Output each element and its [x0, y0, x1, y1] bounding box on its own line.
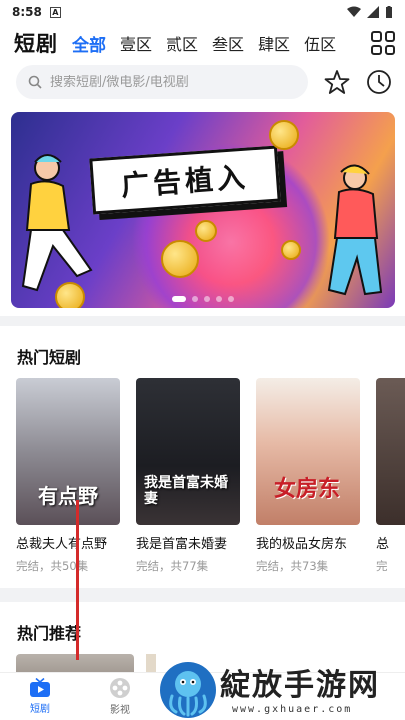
tab-zone-4[interactable]: 肆区 [258, 31, 290, 55]
drama-card[interactable]: 有点野 总裁夫人有点野 完结，共50集 [16, 378, 120, 574]
tab-zone-2[interactable]: 贰区 [166, 31, 198, 55]
pager-dot[interactable] [228, 296, 234, 302]
top-header: 短剧 全部 壹区 贰区 叁区 肆区 伍区 [0, 24, 405, 104]
drama-episodes: 完 [376, 559, 388, 573]
poster-title: 女房东 [274, 475, 341, 502]
drama-title: 我的极品女房东 [256, 537, 348, 552]
banner-pager [11, 296, 395, 302]
pager-dot[interactable] [192, 296, 198, 302]
drama-episodes: 完结，共73集 [256, 559, 329, 573]
coin-decoration [269, 120, 299, 150]
coin-decoration [281, 240, 301, 260]
watermark-url: www.gxhuaer.com [232, 704, 353, 715]
drama-poster[interactable]: 有点野 [16, 378, 120, 525]
nav-movies[interactable]: 影视 [80, 673, 160, 720]
nav-label: 短剧 [30, 704, 50, 715]
tab-zone-5[interactable]: 伍区 [304, 31, 336, 55]
drama-title: 总 [376, 537, 390, 552]
watermark: 綻放手游网 www.gxhuaer.com [158, 660, 405, 720]
drama-episodes: 完结，共50集 [16, 559, 89, 573]
signal-icon [367, 6, 379, 18]
poster-title: 我是首富未婚妻 [144, 475, 228, 507]
status-time: 8:58 [12, 5, 42, 19]
drama-card[interactable]: 女房东 我的极品女房东 完结，共73集 [256, 378, 360, 574]
nav-shorts[interactable]: 短剧 [0, 673, 80, 720]
drama-poster[interactable] [376, 378, 405, 525]
drama-title: 我是首富未婚妻 [136, 537, 228, 552]
drama-poster[interactable]: 女房东 [256, 378, 360, 525]
star-icon [324, 70, 350, 94]
category-tabs: 短剧 全部 壹区 贰区 叁区 肆区 伍区 [0, 24, 405, 62]
ad-banner[interactable]: 广告植入 [11, 112, 395, 308]
grid-icon[interactable] [371, 31, 395, 55]
drama-card[interactable]: 总 完 [376, 378, 405, 574]
hot-shorts-section: 热门短剧 有点野 总裁夫人有点野 完结，共50集 我是首富未婚妻 我是首富未婚妻… [0, 326, 405, 588]
hot-shorts-list: 有点野 总裁夫人有点野 完结，共50集 我是首富未婚妻 我是首富未婚妻 完结，共… [16, 378, 405, 574]
brand-title: 短剧 [14, 32, 58, 56]
annotation-line [76, 500, 79, 660]
coin-decoration [195, 220, 217, 242]
pager-dot[interactable] [204, 296, 210, 302]
drama-poster[interactable]: 我是首富未婚妻 [136, 378, 240, 525]
octopus-logo-icon [160, 662, 216, 718]
film-reel-icon [110, 678, 130, 698]
nav-label: 影视 [110, 705, 130, 716]
status-icons [347, 5, 393, 19]
search-icon [28, 75, 42, 89]
search-row [0, 62, 405, 102]
drama-title: 总裁夫人有点野 [16, 537, 108, 552]
favorites-button[interactable] [324, 68, 350, 96]
banner-person-left [21, 154, 93, 292]
wifi-icon [347, 6, 361, 17]
banner-section: 广告植入 [0, 104, 405, 316]
drama-episodes: 完结，共77集 [136, 559, 209, 573]
search-input[interactable] [50, 74, 270, 90]
drama-card[interactable]: 我是首富未婚妻 我是首富未婚妻 完结，共77集 [136, 378, 240, 574]
section-title: 热门短剧 [17, 348, 82, 367]
watermark-text: 綻放手游网 [220, 668, 380, 703]
section-title: 热门推荐 [17, 624, 82, 643]
tab-zone-3[interactable]: 叁区 [212, 31, 244, 55]
coin-decoration [55, 282, 85, 308]
battery-icon [386, 5, 392, 18]
poster-title: 有点野 [38, 484, 98, 508]
pager-dot[interactable] [172, 296, 186, 302]
notification-icon: A [49, 6, 61, 18]
status-bar: 8:58 A [0, 0, 405, 24]
pager-dot[interactable] [216, 296, 222, 302]
search-bar[interactable] [16, 65, 308, 99]
coin-decoration [161, 240, 199, 278]
tab-all[interactable]: 全部 [72, 31, 106, 56]
history-button[interactable] [366, 68, 392, 96]
banner-person-right [327, 164, 383, 296]
tab-zone-1[interactable]: 壹区 [120, 31, 152, 55]
clock-icon [367, 70, 391, 94]
tv-icon [30, 678, 50, 697]
